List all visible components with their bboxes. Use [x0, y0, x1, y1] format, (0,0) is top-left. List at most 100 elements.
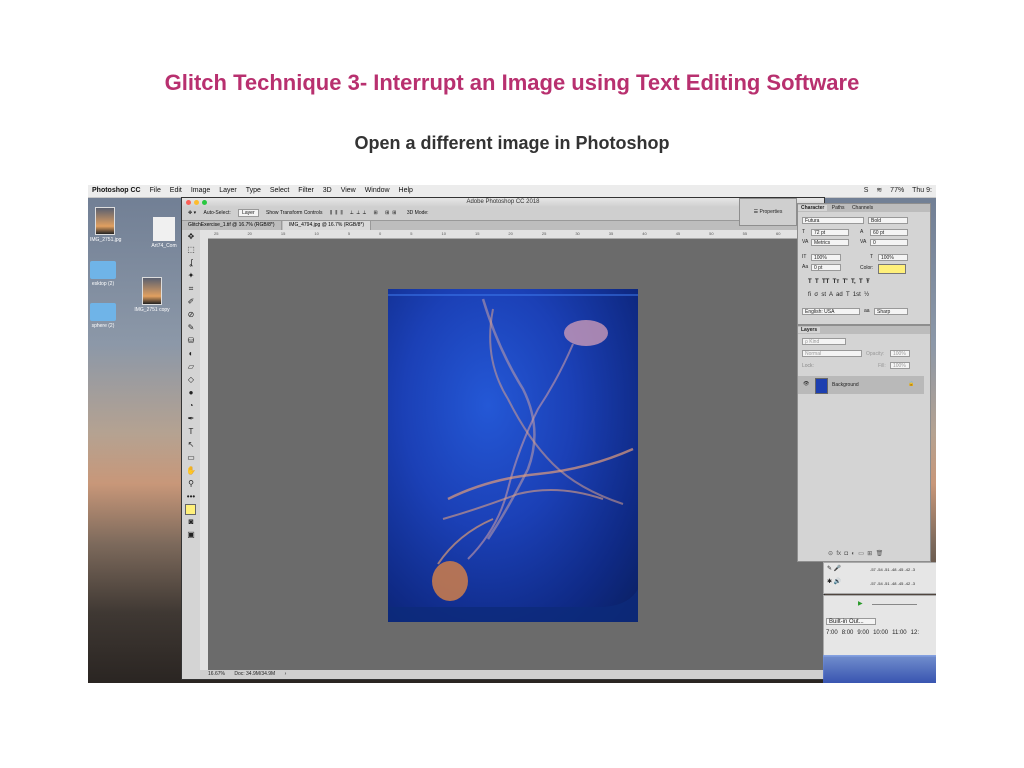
desktop-icon[interactable]: IMG_2751 copy — [132, 277, 172, 313]
play-icon[interactable]: ▶ — [858, 600, 863, 607]
waveform[interactable] — [823, 655, 936, 683]
pen-tool-icon[interactable]: ✒ — [184, 413, 198, 425]
menu-item-select[interactable]: Select — [270, 185, 289, 197]
properties-button[interactable]: ☰ Properties — [740, 209, 796, 215]
kerning-field[interactable]: Metrics — [811, 239, 849, 246]
blend-mode-select[interactable]: Normal — [802, 350, 862, 357]
eye-icon[interactable]: 👁 — [803, 381, 809, 387]
clock[interactable]: Thu 9: — [912, 185, 932, 197]
desktop-icon[interactable]: sphere (2) — [88, 303, 118, 329]
opacity-field[interactable]: 100% — [890, 350, 910, 357]
jellyfish-illustration — [388, 289, 638, 622]
antialias-select[interactable]: Sharp — [874, 308, 908, 315]
leading-field[interactable]: 60 pt — [870, 229, 908, 236]
eraser-tool-icon[interactable]: ▱ — [184, 361, 198, 373]
transform-controls-checkbox[interactable]: Show Transform Controls — [266, 210, 322, 216]
foreground-color-swatch[interactable] — [185, 504, 196, 515]
layers-footer-icons[interactable]: ⊝ fx ◘ ◐ ▭ ⊞ 🗑 — [828, 550, 883, 557]
asterisk-icon[interactable]: ✱ 🔊 — [827, 578, 841, 585]
menu-item-filter[interactable]: Filter — [298, 185, 314, 197]
vertical-scale-field[interactable]: 100% — [811, 254, 841, 261]
layer-kind-filter[interactable]: ρ Kind — [802, 338, 846, 345]
desktop-icon[interactable]: Art74_Com — [144, 217, 184, 249]
menu-item-layer[interactable]: Layer — [219, 185, 237, 197]
jellyfish-image[interactable] — [388, 289, 638, 622]
quick-select-tool-icon[interactable]: ✦ — [184, 270, 198, 282]
zoom-level[interactable]: 16.67% — [208, 671, 225, 677]
canvas-area[interactable] — [208, 239, 824, 670]
text-color-swatch[interactable] — [878, 264, 906, 274]
output-select[interactable]: Built-in Out... — [826, 618, 876, 625]
fill-field[interactable]: 100% — [890, 362, 910, 369]
tab-character[interactable]: Character — [798, 205, 828, 211]
layers-panel-title[interactable]: Layers — [798, 327, 821, 333]
ps-titlebar: Adobe Photoshop CC 2018 — [182, 198, 824, 207]
text-style-buttons[interactable]: T T TT Tт T' T, T Ŧ — [808, 279, 870, 285]
language-select[interactable]: English: USA — [802, 308, 860, 315]
battery-percent[interactable]: 77% — [890, 185, 904, 197]
move-icon[interactable]: ✥ ▾ — [188, 210, 196, 216]
move-tool-icon[interactable]: ✥ — [184, 231, 198, 243]
time-tick: 10:00 — [873, 630, 889, 636]
menu-item-3d[interactable]: 3D — [323, 185, 332, 197]
zoom-tool-icon[interactable]: ⚲ — [184, 478, 198, 490]
menu-item-help[interactable]: Help — [399, 185, 413, 197]
skype-icon[interactable]: S — [864, 185, 869, 197]
wifi-icon[interactable]: ≋ — [876, 185, 882, 197]
menu-item-edit[interactable]: Edit — [170, 185, 182, 197]
type-tool-icon[interactable]: T — [184, 426, 198, 438]
opacity-label: Opacity: — [866, 351, 885, 357]
time-tick: 11:00 — [892, 630, 907, 636]
history-brush-tool-icon[interactable]: ◐ — [184, 348, 198, 360]
shape-tool-icon[interactable]: ▭ — [184, 452, 198, 464]
tab-paths[interactable]: Paths — [829, 205, 848, 211]
baseline-field[interactable]: 0 pt — [811, 264, 841, 271]
font-style-select[interactable]: Bold — [868, 217, 908, 224]
tab-img-4794[interactable]: IMG_4794.jpg @ 16.7% (RGB/8*) — [282, 221, 372, 230]
path-select-tool-icon[interactable]: ↖ — [184, 439, 198, 451]
horizontal-scale-field[interactable]: 100% — [878, 254, 908, 261]
close-icon[interactable] — [186, 200, 191, 205]
stamp-tool-icon[interactable]: ⛁ — [184, 335, 198, 347]
slide-subtitle: Open a different image in Photoshop — [354, 133, 670, 153]
zoom-icon[interactable] — [202, 200, 207, 205]
menu-item-file[interactable]: File — [150, 185, 161, 197]
auto-select-label[interactable]: Auto-Select: — [203, 210, 230, 216]
menu-item-type[interactable]: Type — [246, 185, 261, 197]
mic-icon[interactable]: ✎ 🎤 — [827, 565, 841, 572]
menu-app-name[interactable]: Photoshop CC — [92, 185, 141, 197]
screen-mode-icon[interactable]: ▣ — [184, 529, 198, 541]
desktop-icon[interactable]: IMG_2751.jpg — [90, 207, 121, 243]
volume-slider[interactable] — [872, 604, 917, 605]
healing-tool-icon[interactable]: ⊘ — [184, 309, 198, 321]
menu-item-image[interactable]: Image — [191, 185, 210, 197]
audio-app-meters: ✎ 🎤 -57 -54 -51 -48 -45 -42 -3 ✱ 🔊 -57 -… — [823, 562, 936, 594]
align-icons[interactable]: ⫼⫼⫼ ⊥⊥⊥ ⊞ ⊞⊞ — [330, 210, 400, 216]
more-tools-icon[interactable]: ••• — [184, 491, 198, 503]
auto-select-dropdown[interactable]: Layer — [238, 209, 259, 217]
font-family-select[interactable]: Futura — [802, 217, 864, 224]
tab-channels[interactable]: Channels — [849, 205, 876, 211]
time-tick: 12: — [910, 630, 919, 636]
eyedropper-tool-icon[interactable]: ✐ — [184, 296, 198, 308]
chevron-right-icon[interactable]: › — [285, 671, 287, 677]
tab-glitchexercise[interactable]: GlitchExercise_1.tif @ 16.7% (RGB/8*) — [182, 221, 282, 230]
hand-tool-icon[interactable]: ✋ — [184, 465, 198, 477]
ruler-tick: 10 — [314, 231, 319, 236]
opentype-buttons[interactable]: fi σ st A ad T 1st ½ — [808, 292, 869, 298]
font-size-field[interactable]: 72 pt — [811, 229, 849, 236]
quick-mask-icon[interactable]: ◙ — [184, 516, 198, 528]
dodge-tool-icon[interactable]: ◔ — [184, 400, 198, 412]
layer-row[interactable]: 👁 Background 🔒 — [798, 376, 924, 394]
menu-item-window[interactable]: Window — [365, 185, 390, 197]
blur-tool-icon[interactable]: ● — [184, 387, 198, 399]
desktop-icon[interactable]: esktop (2) — [88, 261, 118, 287]
brush-tool-icon[interactable]: ✎ — [184, 322, 198, 334]
crop-tool-icon[interactable]: ⌗ — [184, 283, 198, 295]
minimize-icon[interactable] — [194, 200, 199, 205]
menu-item-view[interactable]: View — [341, 185, 356, 197]
tracking-field[interactable]: 0 — [870, 239, 908, 246]
marquee-tool-icon[interactable]: ⬚ — [184, 244, 198, 256]
gradient-tool-icon[interactable]: ◇ — [184, 374, 198, 386]
lasso-tool-icon[interactable]: ʆ — [184, 257, 198, 269]
